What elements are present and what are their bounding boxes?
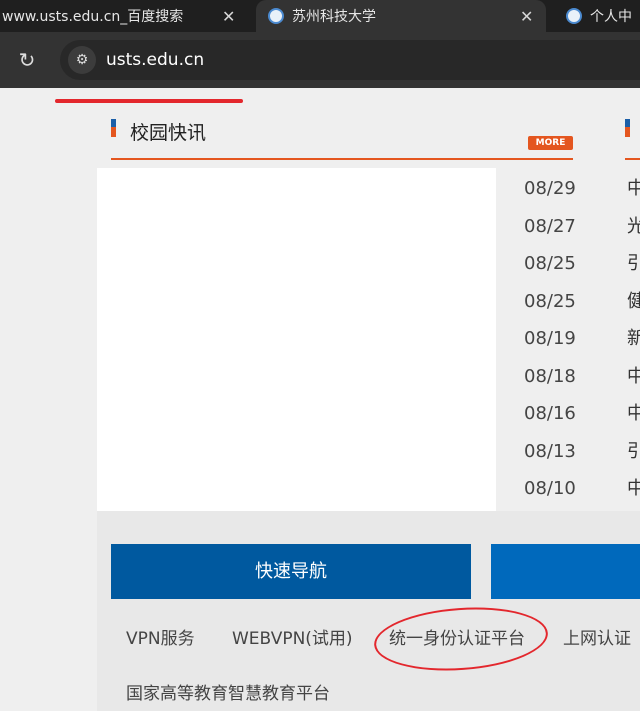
news-date: 08/16 bbox=[524, 403, 576, 424]
tab-bar: www.usts.edu.cn_百度搜索 ✕ 苏州科技大学 ✕ 个人中 bbox=[0, 0, 640, 32]
news-date: 08/29 bbox=[524, 178, 576, 199]
news-date: 08/18 bbox=[524, 365, 576, 387]
news-item[interactable]: 08/25 健 bbox=[496, 283, 640, 321]
news-title[interactable]: 中 bbox=[602, 470, 640, 508]
section-marker bbox=[111, 119, 116, 137]
reload-icon[interactable]: ↻ bbox=[15, 48, 39, 72]
quick-nav-button[interactable]: 快速导航 bbox=[111, 544, 471, 599]
news-date: 08/25 bbox=[524, 290, 576, 312]
tab-personal-center[interactable]: 个人中 bbox=[556, 0, 640, 32]
link-vpn[interactable]: VPN服务 bbox=[126, 624, 195, 649]
news-item[interactable]: 08/27 光 bbox=[496, 208, 640, 246]
university-logo-icon bbox=[566, 8, 582, 24]
link-network-auth[interactable]: 上网认证 bbox=[563, 624, 631, 649]
news-title[interactable]: 引 bbox=[602, 433, 640, 471]
link-webvpn[interactable]: WEBVPN(试用) bbox=[232, 624, 353, 649]
university-logo-icon bbox=[268, 8, 284, 24]
news-title[interactable]: 健 bbox=[602, 283, 640, 321]
news-date: 08/25 bbox=[524, 253, 576, 274]
news-item[interactable]: 08/19 新 bbox=[496, 320, 640, 358]
news-title[interactable]: 中 bbox=[602, 170, 640, 208]
close-tab-icon[interactable]: ✕ bbox=[520, 7, 533, 26]
news-image[interactable] bbox=[97, 168, 496, 511]
url-text[interactable]: usts.edu.cn bbox=[106, 40, 204, 80]
red-underline-annotation bbox=[55, 99, 243, 103]
news-item[interactable]: 08/25 引 bbox=[496, 245, 640, 283]
news-date: 08/27 bbox=[524, 215, 576, 237]
news-title[interactable]: 光 bbox=[602, 208, 640, 246]
news-item[interactable]: 08/10 中 bbox=[496, 470, 640, 508]
news-item[interactable]: 08/16 中 bbox=[496, 395, 640, 433]
more-button[interactable]: MORE bbox=[528, 136, 573, 150]
tab-title: www.usts.edu.cn_百度搜索 bbox=[2, 9, 184, 25]
tab-title: 苏州科技大学 bbox=[292, 9, 376, 25]
browser-toolbar: ↻ ⚙ usts.edu.cn bbox=[0, 32, 640, 88]
news-title[interactable]: 引 bbox=[602, 245, 640, 283]
address-bar[interactable]: ⚙ usts.edu.cn bbox=[60, 40, 640, 80]
news-date: 08/10 bbox=[524, 478, 576, 499]
news-item[interactable]: 08/13 引 bbox=[496, 433, 640, 471]
news-item[interactable]: 08/29 中 bbox=[496, 170, 640, 208]
news-title[interactable]: 新 bbox=[602, 320, 640, 358]
news-item[interactable]: 08/18 中 bbox=[496, 358, 640, 396]
news-list: 08/29 中 08/27 光 08/25 引 08/25 健 08/19 新 08/18… bbox=[496, 170, 640, 508]
news-date: 08/19 bbox=[524, 328, 576, 349]
tab-baidu-search[interactable]: www.usts.edu.cn_百度搜索 ✕ bbox=[0, 0, 250, 32]
campus-news-header: 校园快讯 MORE bbox=[111, 118, 573, 160]
site-info-icon[interactable]: ⚙ bbox=[68, 46, 96, 74]
section-marker bbox=[625, 119, 630, 137]
news-date: 08/13 bbox=[524, 440, 576, 462]
close-tab-icon[interactable]: ✕ bbox=[222, 7, 235, 26]
link-smart-education[interactable]: 国家高等教育智慧教育平台 bbox=[126, 679, 330, 704]
tab-usts[interactable]: 苏州科技大学 ✕ bbox=[256, 0, 546, 32]
news-title[interactable]: 中 bbox=[602, 395, 640, 433]
second-section-header bbox=[625, 118, 640, 160]
section-title: 校园快讯 bbox=[130, 122, 207, 144]
tab-title: 个人中 bbox=[590, 9, 632, 25]
second-nav-button[interactable] bbox=[491, 544, 640, 599]
news-title[interactable]: 中 bbox=[602, 358, 640, 396]
